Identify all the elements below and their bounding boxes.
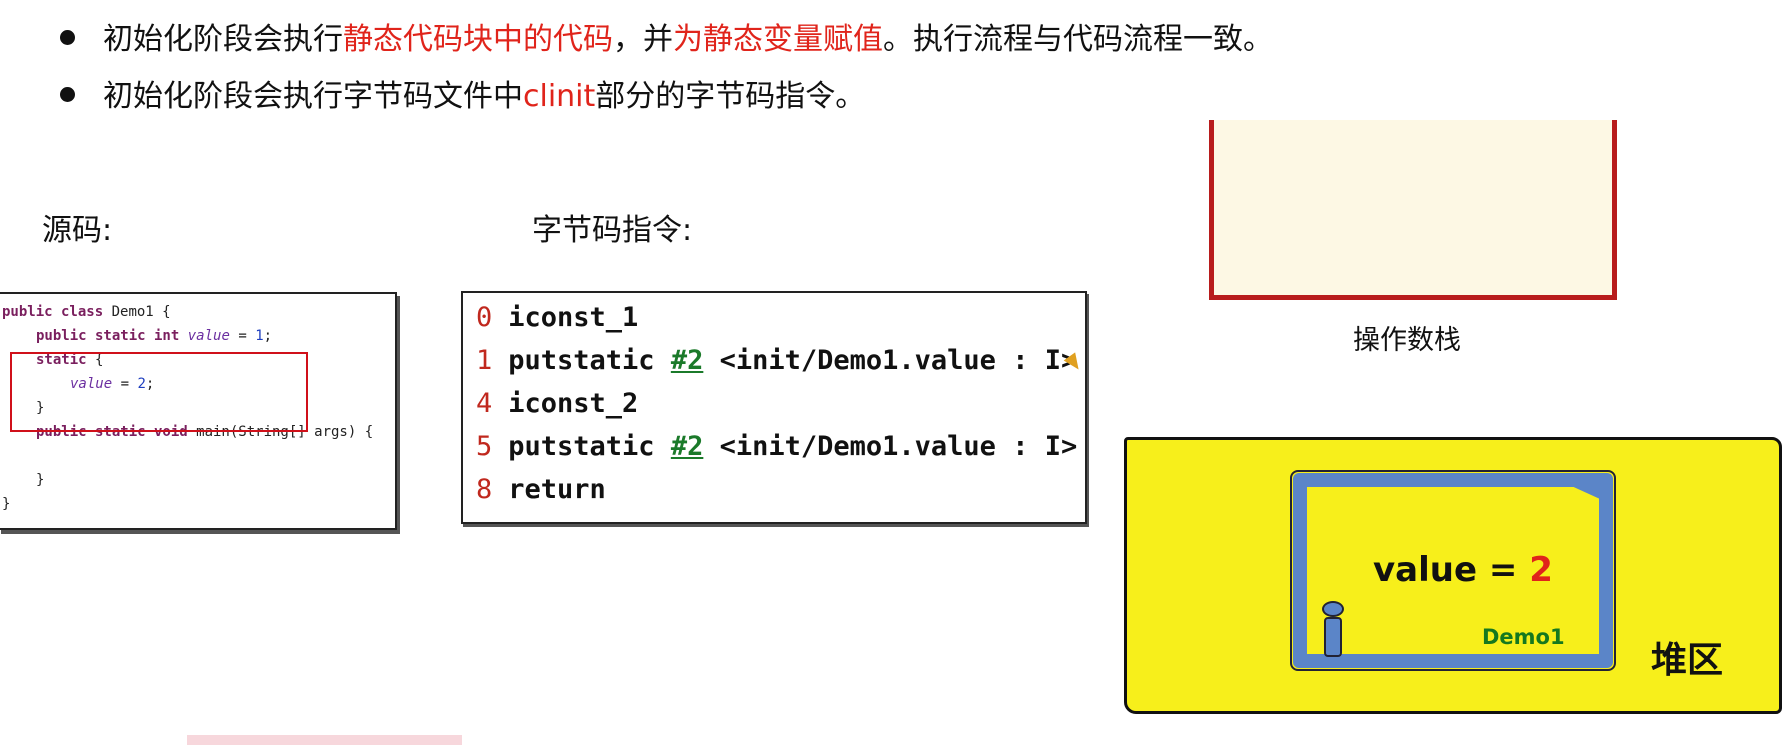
heap-label: 堆区: [1651, 640, 1724, 681]
source-label: 源码:: [42, 213, 113, 248]
bullet-1-part-1: 静态代码块中的代码: [343, 22, 613, 57]
bytecode-operand: <init/Demo1.value : I>: [703, 345, 1078, 376]
bullet-2-part-0: 初始化阶段会执行字节码文件中: [103, 79, 523, 114]
bullet-2-part-1: clinit: [523, 79, 596, 114]
bytecode-index: 4: [476, 388, 493, 419]
bullet-2: 初始化阶段会执行字节码文件中clinit部分的字节码指令。: [60, 77, 865, 117]
bytecode-op: iconst_2: [508, 388, 639, 419]
bullet-dot: [60, 87, 75, 102]
value-label: value =: [1373, 550, 1530, 590]
bytecode-index: 8: [476, 474, 493, 505]
static-block-highlight: [10, 352, 308, 432]
bytecode-index: 1: [476, 345, 493, 376]
bytecode-label: 字节码指令:: [532, 213, 693, 248]
static-value-text: value = 2: [1373, 550, 1553, 590]
decorative-strip: [187, 735, 462, 745]
bullet-1-part-0: 初始化阶段会执行: [103, 22, 343, 57]
bullet-1-part-3: 为静态变量赋值: [673, 22, 883, 57]
operand-stack-label: 操作数栈: [1353, 325, 1461, 356]
bytecode-op: iconst_1: [508, 302, 639, 333]
code-line-2: public static int value = 1;: [36, 324, 272, 348]
class-name-label: Demo1: [1482, 625, 1565, 649]
bytecode-ref-link[interactable]: #2: [671, 431, 704, 462]
bullet-2-part-2: 部分的字节码指令。: [595, 79, 866, 114]
code-variable: value: [187, 328, 230, 344]
code-text: ;: [263, 328, 273, 344]
bytecode-operand: <init/Demo1.value : I>: [703, 431, 1078, 462]
bytecode-panel: 0 iconst_1 1 putstatic #2 <init/Demo1.valu…: [461, 291, 1087, 524]
operand-stack: [1209, 120, 1617, 300]
code-line-1: public class Demo1 {: [2, 300, 171, 324]
bytecode-op: putstatic: [508, 345, 671, 376]
value-number: 2: [1529, 550, 1553, 590]
bytecode-op: putstatic: [508, 431, 671, 462]
code-keyword: public static int: [36, 328, 180, 344]
code-line-8: }: [2, 496, 11, 512]
code-text: =: [229, 328, 256, 344]
bytecode-index: 5: [476, 431, 493, 462]
info-icon-dot: [1322, 601, 1344, 617]
bytecode-line-4: 8 return: [476, 474, 606, 505]
document-fold-icon: [1545, 474, 1611, 504]
code-text: Demo1 {: [103, 304, 171, 320]
bytecode-line-1: 1 putstatic #2 <init/Demo1.value : I>: [476, 345, 1077, 376]
source-code-panel: public class Demo1 { public static int v…: [0, 292, 397, 530]
info-icon-bar: [1324, 617, 1342, 657]
bullet-1-part-4: 。执行流程与代码流程一致。: [883, 22, 1273, 57]
bytecode-index: 0: [476, 302, 493, 333]
bytecode-line-3: 5 putstatic #2 <init/Demo1.value : I>: [476, 431, 1077, 462]
bytecode-line-2: 4 iconst_2: [476, 388, 638, 419]
bytecode-ref-link[interactable]: #2: [671, 345, 704, 376]
bullet-dot: [60, 30, 75, 45]
bytecode-line-0: 0 iconst_1: [476, 302, 638, 333]
bullet-1-part-2: ，并: [613, 22, 673, 57]
code-line-7: }: [36, 472, 45, 488]
code-keyword: public class: [2, 304, 104, 320]
bytecode-op: return: [508, 474, 606, 505]
code-number: 1: [255, 328, 264, 344]
bullet-1: 初始化阶段会执行静态代码块中的代码，并为静态变量赋值。执行流程与代码流程一致。: [60, 20, 1273, 60]
